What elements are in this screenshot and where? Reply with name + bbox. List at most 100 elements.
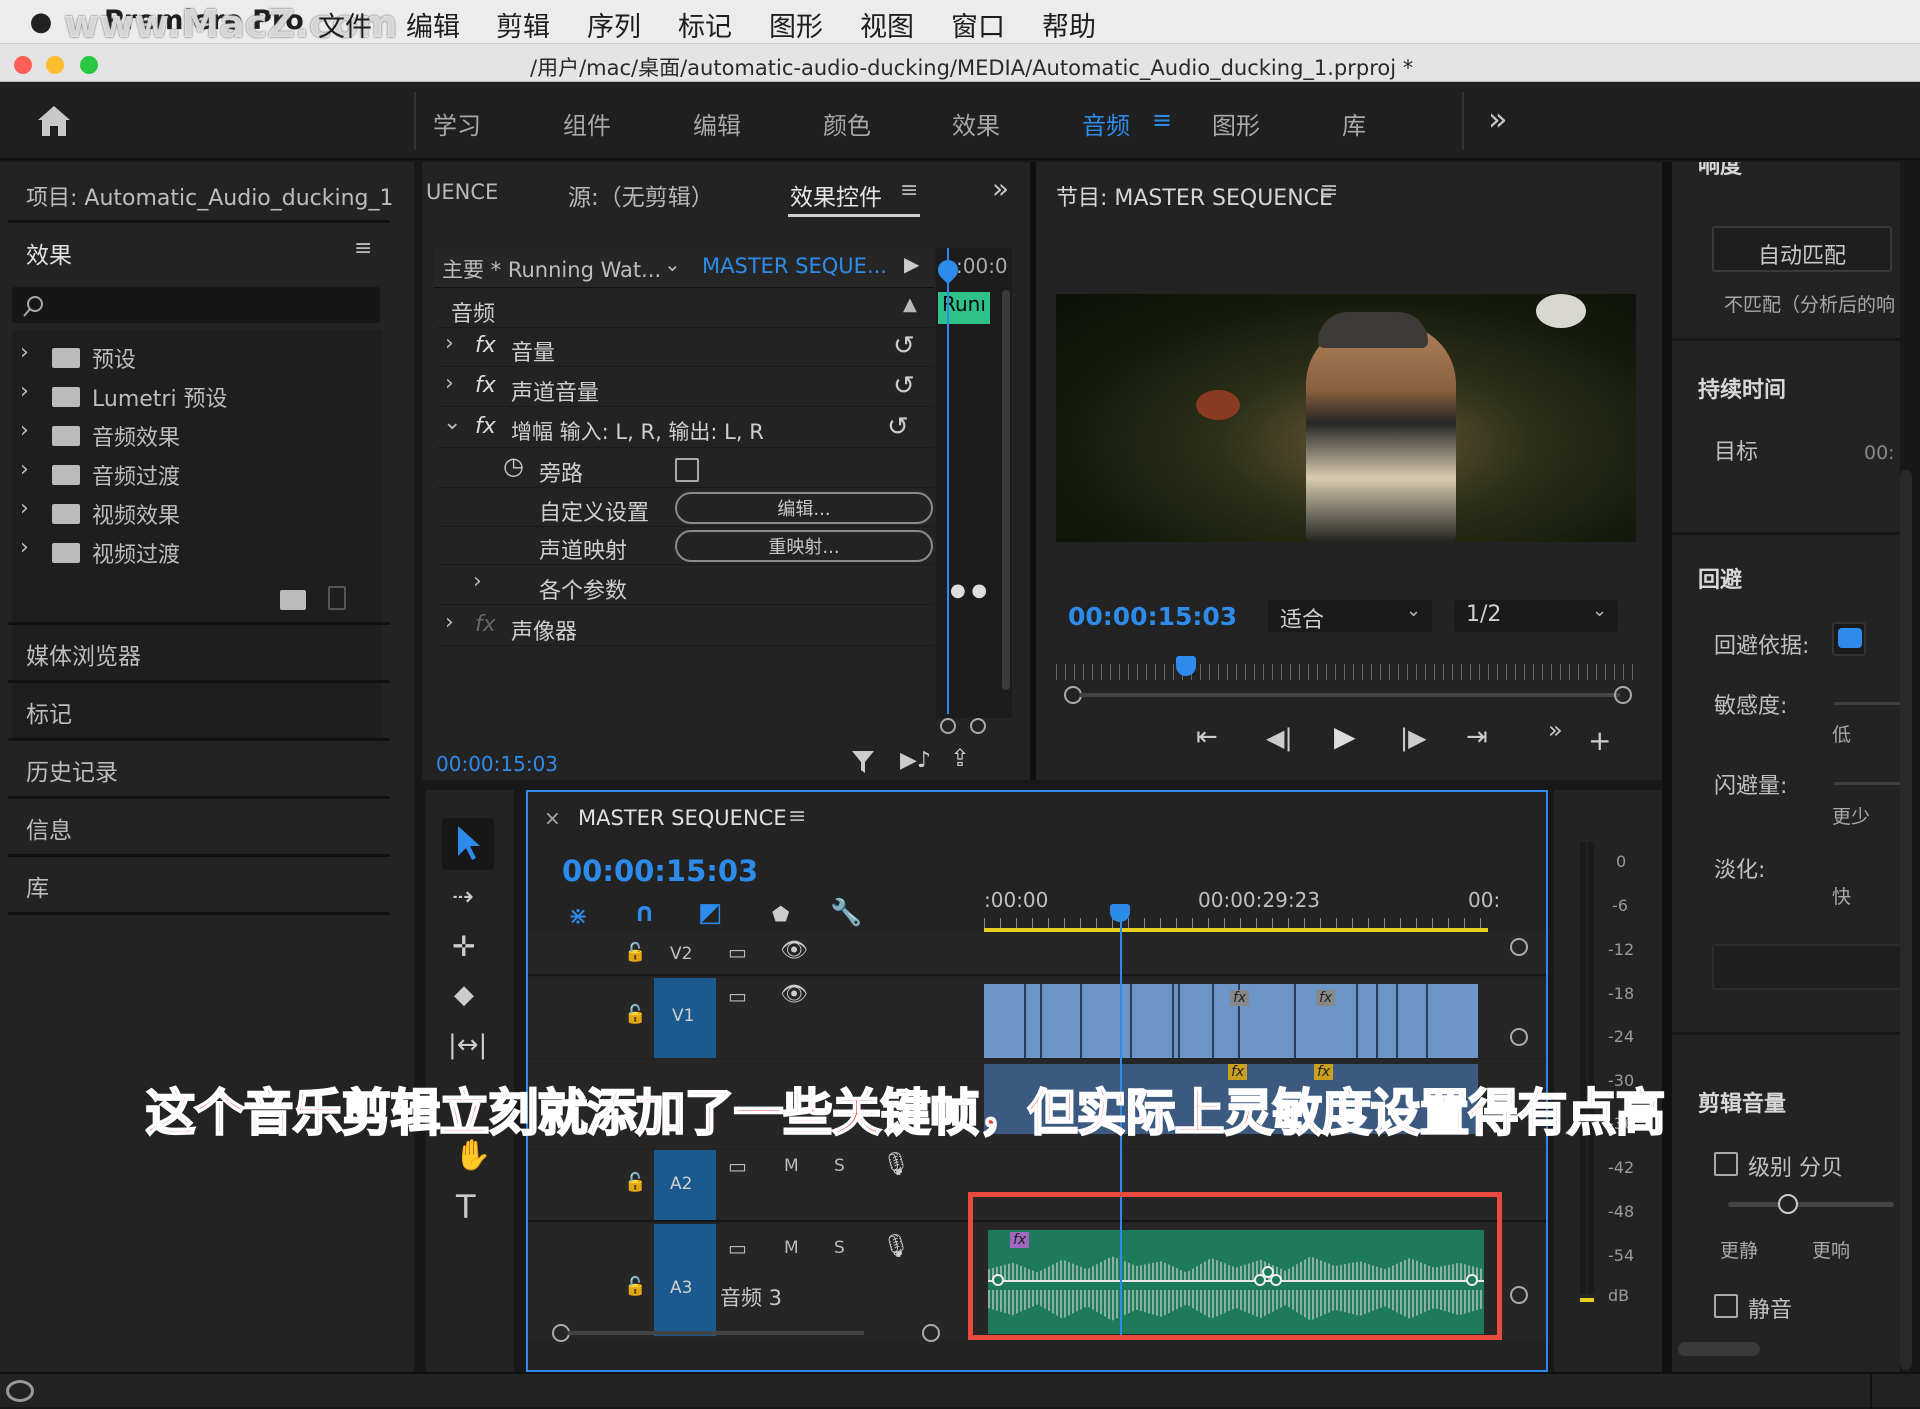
clip-edit-point[interactable] [1130,984,1132,1058]
fx-icon[interactable]: fx [475,333,496,358]
master-clip-label[interactable]: 主要 * Running Wat... [442,254,661,284]
selection-tool-icon[interactable] [454,824,484,862]
sequence-menu-icon[interactable]: ≡ [788,804,806,829]
export-icon[interactable]: ⇪ [950,744,970,772]
lock-icon[interactable]: 🔓 [624,942,646,963]
effect-row-panner[interactable]: › fx 声像器 [437,608,934,646]
eye-icon[interactable]: 👁 [780,938,808,963]
snap-icon[interactable]: ∩ [634,898,655,928]
clip-edit-point[interactable] [1356,984,1358,1058]
sync-lock-icon[interactable]: ▭ [728,1154,747,1178]
clip-volume-header[interactable]: 剪辑音量 [1698,1086,1786,1118]
fx-icon[interactable]: fx [475,373,496,398]
ducking-header[interactable]: 回避 [1698,562,1742,594]
level-slider-track[interactable] [1728,1202,1894,1207]
media-browser-section[interactable]: 媒体浏览器 [26,637,141,671]
chevron-right-icon[interactable]: › [445,610,454,635]
timeline-settings-icon[interactable]: 🔧 [830,898,862,928]
history-section[interactable]: 历史记录 [26,753,118,787]
clip-edit-point[interactable] [1294,984,1296,1058]
fx-icon[interactable]: fx [475,612,496,637]
workspace-tab-editing[interactable]: 编辑 [693,106,741,141]
zoom-handle-left[interactable] [940,718,956,734]
vertical-scroll-handle-bottom[interactable] [1510,1286,1528,1304]
chevron-right-icon[interactable]: › [445,331,454,356]
resolution-dropdown[interactable]: 1/2 ⌄ [1454,600,1618,632]
workspace-tab-assembly[interactable]: 组件 [563,106,611,141]
workspace-tab-color[interactable]: 颜色 [823,106,871,141]
target-value[interactable]: 00: [1864,442,1895,464]
mini-clip[interactable]: Runı [938,292,990,324]
param-row-individual[interactable]: › 各个参数 [437,567,934,605]
bypass-checkbox[interactable] [675,458,699,482]
vertical-scroll-handle-top[interactable] [1510,938,1528,956]
program-timecode[interactable]: 00:00:15:03 [1068,602,1237,631]
go-to-in-icon[interactable]: ⇤ [1196,722,1218,752]
level-checkbox[interactable] [1714,1152,1738,1176]
essential-sound-scrollbar[interactable] [1900,470,1912,1370]
razor-tool-icon[interactable]: ◆ [454,980,474,1010]
add-marker-icon[interactable]: ⬟ [772,902,789,926]
tab-effect-controls[interactable]: 效果控件 [790,178,882,212]
play-icon[interactable]: ▶ [1334,720,1356,753]
zoom-window-button[interactable] [80,56,98,74]
chevron-right-icon[interactable]: › [20,379,29,404]
workspace-overflow-button[interactable]: » [1488,100,1508,138]
ec-timecode[interactable]: 00:00:15:03 [436,752,558,776]
workspace-tab-libraries[interactable]: 库 [1342,106,1366,141]
solo-button[interactable]: S [834,1238,845,1258]
sensitivity-slider[interactable] [1834,702,1900,705]
chevron-right-icon[interactable]: › [20,496,29,521]
microphone-icon[interactable]: 🎙 [882,1234,910,1259]
menu-file[interactable]: 文件 [318,5,372,44]
tree-item-lumetri-presets[interactable]: › Lumetri 预设 [12,379,382,415]
play-only-icon[interactable]: ▶ [904,252,919,276]
fit-dropdown[interactable]: 适合 ⌄ [1268,600,1432,633]
horizontal-zoom-handle-right[interactable] [922,1324,940,1342]
clip-edit-point[interactable] [1040,984,1042,1058]
nest-toggle-icon[interactable]: ⋇ [568,902,588,930]
slip-tool-icon[interactable]: |↔| [448,1030,487,1060]
clip-edit-point[interactable] [1426,984,1428,1058]
timeline-timecode[interactable]: 00:00:15:03 [562,854,758,888]
keyframe-dots[interactable]: ● ● [950,580,987,601]
tree-item-video-transitions[interactable]: › 视频过渡 [12,535,382,571]
close-sequence-icon[interactable]: × [544,806,561,830]
duration-header[interactable]: 持续时间 [1698,372,1786,404]
workspace-tab-audio[interactable]: 音频 [1082,106,1130,141]
mute-button[interactable]: M [784,1156,799,1176]
creative-cloud-icon[interactable] [6,1380,34,1402]
chevron-right-icon[interactable]: › [445,371,454,396]
zoom-scroll-right-handle[interactable] [1614,686,1632,704]
workspace-tab-effects[interactable]: 效果 [952,106,1000,141]
track-target-a3[interactable]: A3 [654,1224,716,1336]
duck-against-dialogue-button[interactable] [1832,622,1866,656]
menu-help[interactable]: 帮助 [1042,5,1096,44]
clip-edit-point[interactable] [1396,984,1398,1058]
param-row-bypass[interactable]: ◷ 旁路 [437,450,934,488]
sync-lock-icon[interactable]: ▭ [728,940,747,964]
duck-amount-slider[interactable] [1834,782,1900,785]
chevron-right-icon[interactable]: › [20,340,29,365]
generate-keyframes-button[interactable] [1712,944,1900,990]
stopwatch-icon[interactable]: ◷ [503,452,524,480]
collapse-up-icon[interactable]: ▲ [903,294,917,315]
info-section[interactable]: 信息 [26,811,72,845]
reset-icon[interactable]: ↺ [893,331,915,361]
linked-selection-icon[interactable]: ◩ [698,898,723,928]
eye-icon[interactable]: 👁 [780,982,808,1007]
horizontal-zoom-bar[interactable] [568,1331,864,1335]
button-editor-icon[interactable]: + [1588,724,1611,757]
tree-item-audio-effects[interactable]: › 音频效果 [12,418,382,454]
type-tool-icon[interactable]: T [456,1188,476,1226]
program-title[interactable]: 节目: MASTER SEQUENCE [1056,180,1333,212]
tab-overflow-button[interactable]: » [992,172,1009,205]
menu-marker[interactable]: 标记 [678,5,732,44]
edit-button[interactable]: 编辑... [675,492,933,524]
zoom-handle-right[interactable] [970,718,986,734]
markers-section[interactable]: 标记 [26,695,72,729]
menu-edit[interactable]: 编辑 [406,5,460,44]
sync-lock-icon[interactable]: ▭ [728,984,747,1008]
effect-row-channel-volume[interactable]: › fx 声道音量 ↺ [437,369,934,407]
reset-icon[interactable]: ↺ [893,371,915,401]
